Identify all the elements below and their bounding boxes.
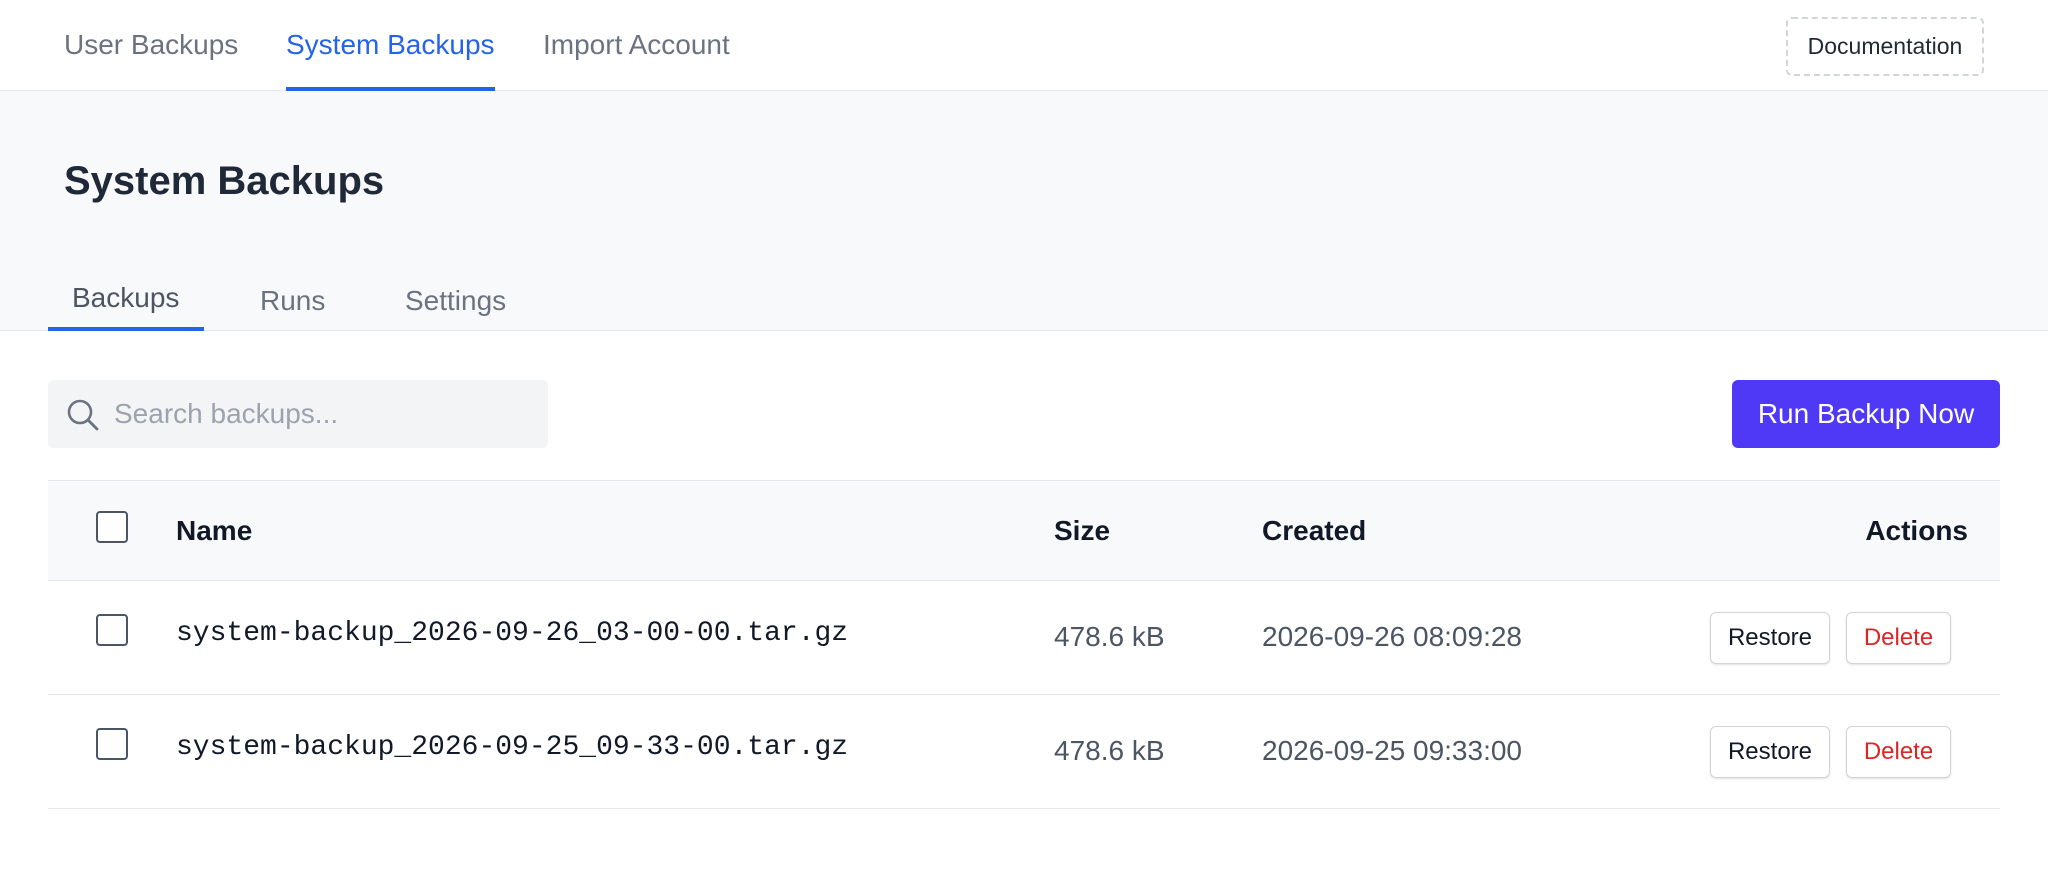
backup-name: system-backup_2026-09-26_03-00-00.tar.gz	[176, 618, 849, 649]
search-box	[48, 380, 548, 448]
tab-user-backups[interactable]: User Backups	[64, 0, 238, 91]
page-title: System Backups	[64, 159, 385, 203]
tab-system-backups[interactable]: System Backups	[286, 0, 495, 91]
backup-created: 2026-09-26 08:09:28	[1262, 621, 1522, 652]
table-row: system-backup_2026-09-25_09-33-00.tar.gz…	[48, 695, 2000, 809]
row-checkbox[interactable]	[96, 614, 128, 646]
restore-button[interactable]: Restore	[1710, 612, 1830, 664]
delete-button[interactable]: Delete	[1846, 612, 1951, 664]
subtab-settings[interactable]: Settings	[405, 271, 506, 331]
page-header: System Backups Backups Runs Settings	[0, 91, 2048, 331]
search-input[interactable]	[114, 380, 534, 448]
tab-import-account[interactable]: Import Account	[543, 0, 730, 91]
backup-name: system-backup_2026-09-25_09-33-00.tar.gz	[176, 732, 849, 763]
backup-size: 478.6 kB	[1054, 621, 1165, 652]
row-checkbox[interactable]	[96, 728, 128, 760]
backup-created: 2026-09-25 09:33:00	[1262, 735, 1522, 766]
column-header-created: Created	[1262, 515, 1367, 546]
column-header-size: Size	[1054, 515, 1111, 546]
column-header-actions: Actions	[1865, 515, 1968, 546]
select-all-checkbox[interactable]	[96, 511, 128, 543]
subtab-backups[interactable]: Backups	[48, 271, 204, 331]
backup-size: 478.6 kB	[1054, 735, 1165, 766]
documentation-button[interactable]: Documentation	[1786, 17, 1984, 76]
backups-table: Name Size Created Actions system-backup_…	[48, 480, 2000, 809]
restore-button[interactable]: Restore	[1710, 726, 1830, 778]
table-row: system-backup_2026-09-26_03-00-00.tar.gz…	[48, 581, 2000, 695]
search-icon	[67, 399, 99, 431]
subtab-runs[interactable]: Runs	[260, 271, 325, 331]
column-header-name: Name	[176, 515, 253, 546]
table-header: Name Size Created Actions	[48, 480, 2000, 581]
run-backup-now-button[interactable]: Run Backup Now	[1732, 380, 2000, 448]
top-navigation: User Backups System Backups Import Accou…	[0, 0, 2048, 91]
delete-button[interactable]: Delete	[1846, 726, 1951, 778]
